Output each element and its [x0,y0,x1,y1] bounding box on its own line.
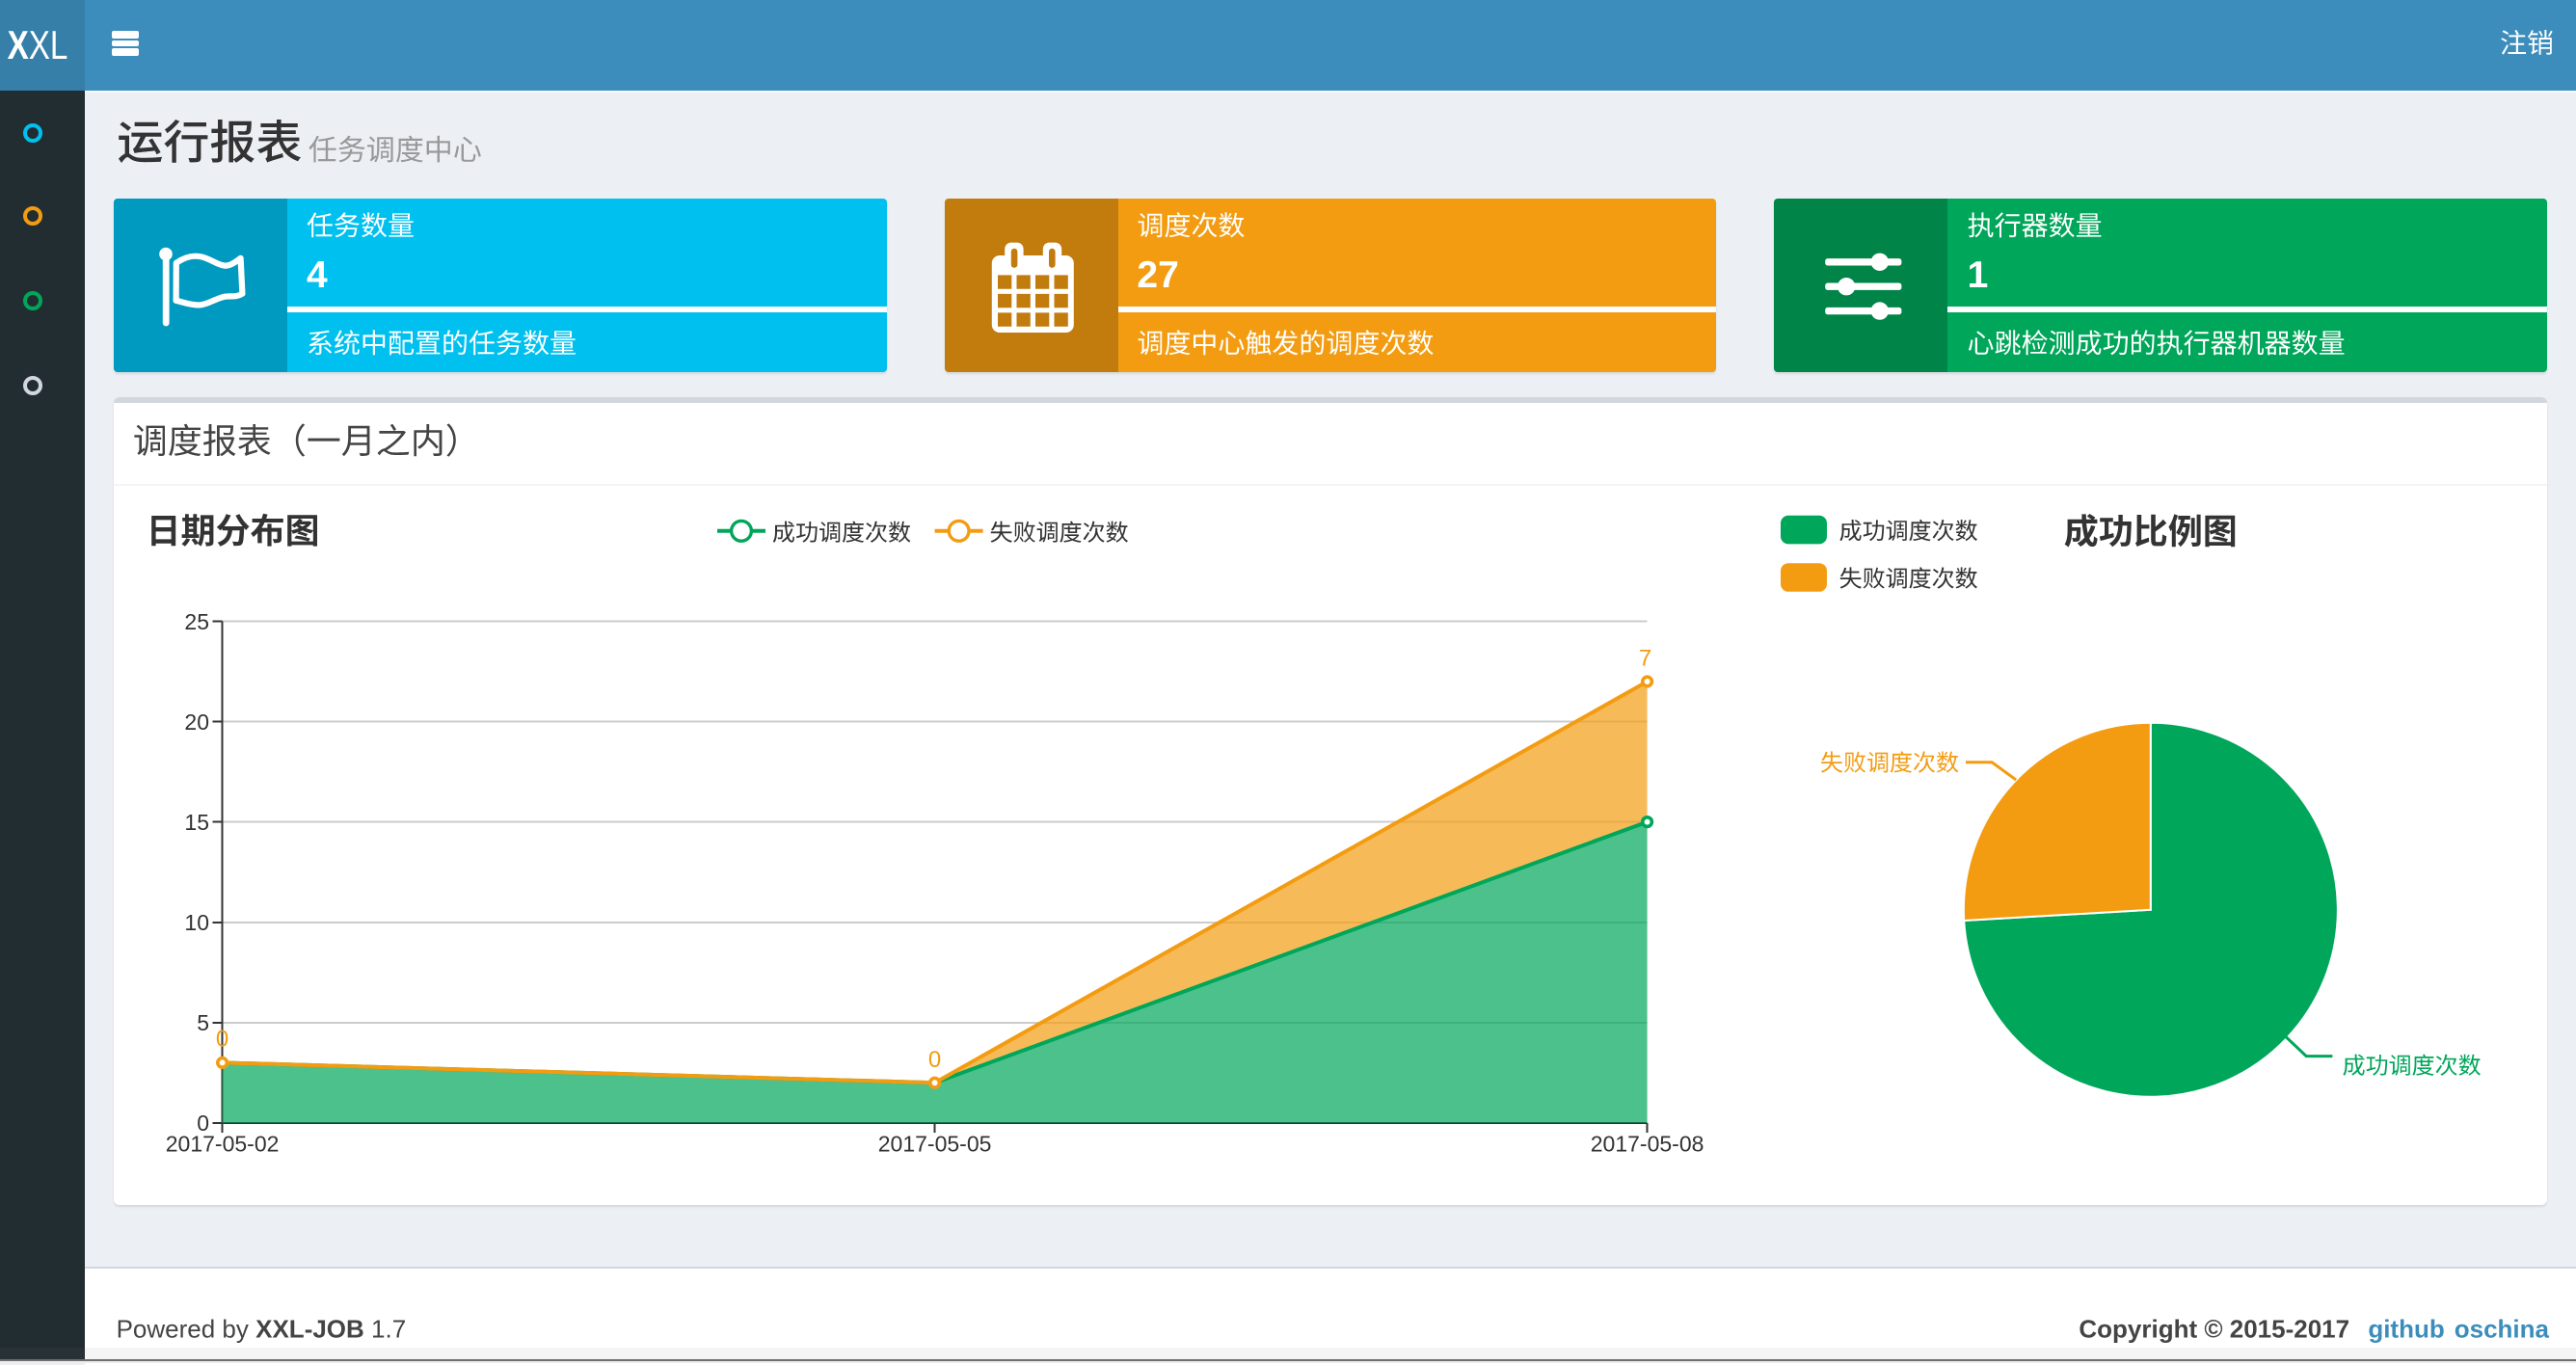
svg-text:Copyright © 2015-2017 githubos: Copyright © 2015-2017 github oschina [2079,1315,2549,1344]
svg-text:7: 7 [1639,645,1651,671]
svg-text:2017-05-08: 2017-05-08 [1591,1131,1704,1156]
svg-text:XXL: XXL [8,22,68,67]
svg-text:27: 27 [1137,254,1178,296]
svg-text:1: 1 [1968,254,1989,296]
svg-text:20: 20 [184,709,209,735]
svg-text:25: 25 [184,609,209,634]
svg-text:15: 15 [184,810,209,835]
svg-text:2017-05-02: 2017-05-02 [166,1131,280,1156]
svg-text:10: 10 [184,910,209,935]
svg-text:0: 0 [216,1027,228,1053]
svg-text:4: 4 [307,254,328,296]
svg-text:5: 5 [197,1010,209,1035]
svg-text:Powered by XXL-JOB 1.7: Powered by XXL-JOB 1.7 [117,1315,407,1344]
svg-text:2017-05-05: 2017-05-05 [878,1131,992,1156]
svg-text:0: 0 [928,1047,941,1073]
